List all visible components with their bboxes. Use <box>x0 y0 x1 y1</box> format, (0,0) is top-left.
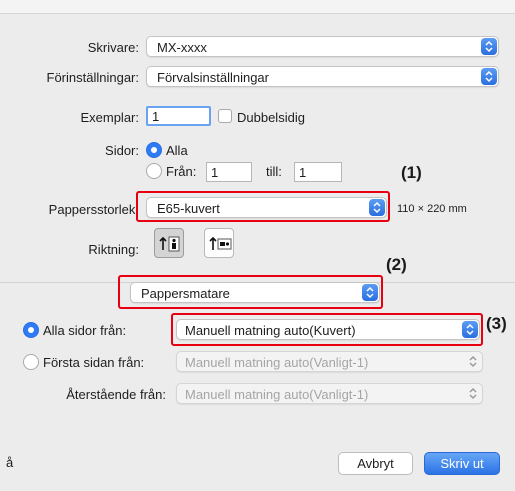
print-button[interactable]: Skriv ut <box>424 452 500 475</box>
dialog-top-strip <box>0 0 515 14</box>
paper-size-label: Pappersstorlek: <box>48 202 139 217</box>
chevron-updown-icon <box>481 38 497 55</box>
printer-select[interactable]: MX-xxxx <box>146 36 499 57</box>
feed-first-page-radio[interactable] <box>23 354 39 370</box>
pages-label: Sidor: <box>105 143 139 158</box>
landscape-orientation-icon <box>209 236 232 250</box>
print-dialog: Skrivare: MX-xxxx Förinställningar: Förv… <box>0 0 515 491</box>
pages-from-value: 1 <box>211 165 219 180</box>
feed-all-pages-radio[interactable] <box>23 322 39 338</box>
feed-remaining-label: Återstående från: <box>66 387 166 402</box>
orientation-portrait-button[interactable] <box>154 228 184 258</box>
duplex-label: Dubbelsidig <box>237 110 305 125</box>
pages-to-label: till: <box>266 164 282 179</box>
callout-label-3: (3) <box>486 314 507 333</box>
portrait-orientation-icon <box>159 236 180 252</box>
feed-first-page-select[interactable]: Manuell matning auto(Vanligt-1) <box>176 351 483 372</box>
orientation-label: Riktning: <box>88 242 139 257</box>
copies-field[interactable]: 1 <box>146 106 211 126</box>
printer-label: Skrivare: <box>87 40 139 55</box>
pages-all-label: Alla <box>166 143 188 158</box>
feed-first-page-label: Första sidan från: <box>43 355 145 370</box>
cancel-button[interactable]: Avbryt <box>338 452 413 475</box>
feed-first-page-value: Manuell matning auto(Vanligt-1) <box>185 355 369 370</box>
chevron-updown-icon <box>481 68 497 85</box>
copies-value: 1 <box>152 109 160 124</box>
pages-from-label: Från: <box>166 164 197 179</box>
callout-box-2 <box>118 275 383 309</box>
paper-dimensions: 110 × 220 mm <box>397 203 467 215</box>
feed-all-pages-label: Alla sidor från: <box>43 323 127 338</box>
copies-label: Exemplar: <box>80 110 139 125</box>
callout-label-2: (2) <box>386 255 407 274</box>
pages-range-radio[interactable] <box>146 163 162 179</box>
chevron-updown-icon <box>465 353 481 370</box>
callout-box-3 <box>171 313 483 346</box>
callout-box-1 <box>136 191 390 222</box>
orientation-landscape-button[interactable] <box>204 228 234 258</box>
feed-remaining-select[interactable]: Manuell matning auto(Vanligt-1) <box>176 383 483 404</box>
chevron-updown-icon <box>465 385 481 402</box>
pages-to-field[interactable]: 1 <box>294 162 342 182</box>
pages-all-radio[interactable] <box>146 142 162 158</box>
presets-value: Förvalsinställningar <box>157 70 269 85</box>
feed-remaining-value: Manuell matning auto(Vanligt-1) <box>185 387 369 402</box>
footer-left-text: å <box>6 455 14 470</box>
pages-to-value: 1 <box>299 165 307 180</box>
presets-label: Förinställningar: <box>46 70 140 85</box>
presets-select[interactable]: Förvalsinställningar <box>146 66 499 87</box>
pages-from-field[interactable]: 1 <box>206 162 252 182</box>
printer-value: MX-xxxx <box>157 40 207 55</box>
callout-label-1: (1) <box>401 163 422 182</box>
duplex-checkbox[interactable] <box>218 109 232 123</box>
